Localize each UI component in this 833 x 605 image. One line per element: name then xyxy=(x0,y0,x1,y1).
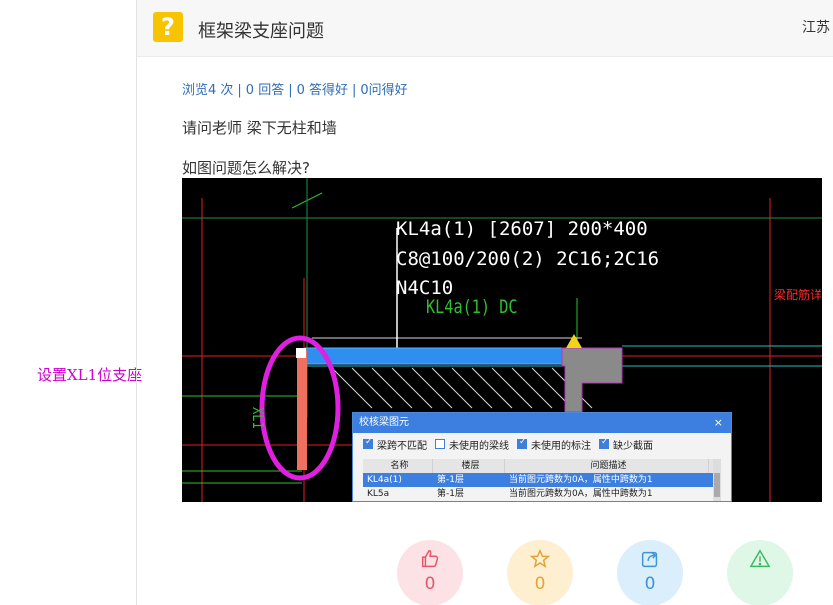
checkbox-checked[interactable] xyxy=(517,437,527,449)
answers-count[interactable]: 0 回答 xyxy=(246,83,284,98)
side-note: 设置XL1位支座 xyxy=(37,366,143,384)
option-unused-beam-lines[interactable]: 未使用的梁线 xyxy=(435,437,509,452)
thumbs-up-icon xyxy=(421,550,439,568)
option-unused-labels[interactable]: 未使用的标注 xyxy=(517,437,591,452)
dialog-scrollbar[interactable] xyxy=(713,459,721,501)
column-header-desc[interactable]: 问题描述 xyxy=(505,459,709,473)
checkbox-checked[interactable] xyxy=(363,437,373,449)
favorite-count: 0 xyxy=(534,574,546,594)
table-row[interactable]: KL4a(1) 第-1层 当前图元跨数为0A，属性中跨数为1 xyxy=(363,473,721,487)
good-answers-count: 0 答得好 xyxy=(296,83,348,98)
dialog-table: 名称 楼层 问题描述 KL4a(1) 第-1层 当前图元跨数为0A，属性中跨数为… xyxy=(363,459,721,501)
cad-red-note: 梁配筋详见施工 xyxy=(774,288,822,302)
checkbox-unchecked[interactable] xyxy=(435,439,445,449)
star-icon xyxy=(529,548,551,568)
close-icon[interactable]: × xyxy=(714,413,723,433)
report-button[interactable] xyxy=(727,540,793,605)
question-body-line1: 请问老师 梁下无柱和墙 xyxy=(182,119,337,137)
like-button[interactable]: 0 xyxy=(397,540,463,605)
question-title: 框架梁支座问题 xyxy=(198,21,324,42)
checkbox-checked[interactable] xyxy=(599,437,609,449)
option-span-mismatch[interactable]: 梁跨不匹配 xyxy=(363,437,427,452)
dialog-title: 校核梁图元 xyxy=(359,417,409,428)
cad-screenshot[interactable]: KL4a(1) [2607] 200*400 C8@100/200(2) 2C1… xyxy=(182,178,822,502)
question-stats: 浏览4 次 | 0 回答 | 0 答得好 | 0问得好 xyxy=(182,83,408,98)
share-button[interactable]: 0 xyxy=(617,540,683,605)
like-count: 0 xyxy=(424,574,436,594)
left-divider xyxy=(136,0,137,605)
good-questions-count: 0问得好 xyxy=(360,83,408,98)
page: 设置XL1位支座 ? 框架梁支座问题 江苏 浏览4 次 | 0 回答 | 0 答得好 | 0… xyxy=(0,0,833,605)
region-label[interactable]: 江苏 xyxy=(802,17,830,37)
question-header: ? 框架梁支座问题 江苏 xyxy=(137,0,833,57)
share-icon xyxy=(641,551,658,568)
question-icon: ? xyxy=(153,12,183,42)
dialog-options: 梁跨不匹配 未使用的梁线 未使用的标注 缺少截面 xyxy=(353,433,731,455)
cad-xl1-label: XL1 xyxy=(249,407,267,429)
dialog-title-bar[interactable]: 校核梁图元 × xyxy=(353,413,731,433)
table-row[interactable]: KL5a 第-1层 当前图元跨数为0A，属性中跨数为1 xyxy=(363,487,721,501)
column-header-name[interactable]: 名称 xyxy=(363,459,433,473)
views-count: 浏览4 次 xyxy=(182,83,234,98)
option-missing-section[interactable]: 缺少截面 xyxy=(599,437,653,452)
share-count: 0 xyxy=(644,574,656,594)
cad-green-label: KL4a(1) DC xyxy=(426,296,518,318)
table-header: 名称 楼层 问题描述 xyxy=(363,459,721,473)
cad-beam-label-1: KL4a(1) [2607] 200*400 xyxy=(396,218,648,240)
check-beam-dialog[interactable]: 校核梁图元 × 梁跨不匹配 未使用的梁线 未使用的标注 缺少截面 名称 楼层 问… xyxy=(352,412,732,502)
column-header-floor[interactable]: 楼层 xyxy=(433,459,505,473)
favorite-button[interactable]: 0 xyxy=(507,540,573,605)
cad-beam-label-2: C8@100/200(2) 2C16;2C16 xyxy=(396,248,660,270)
question-body-line2: 如图问题怎么解决? xyxy=(182,159,310,177)
warning-icon xyxy=(749,549,771,568)
